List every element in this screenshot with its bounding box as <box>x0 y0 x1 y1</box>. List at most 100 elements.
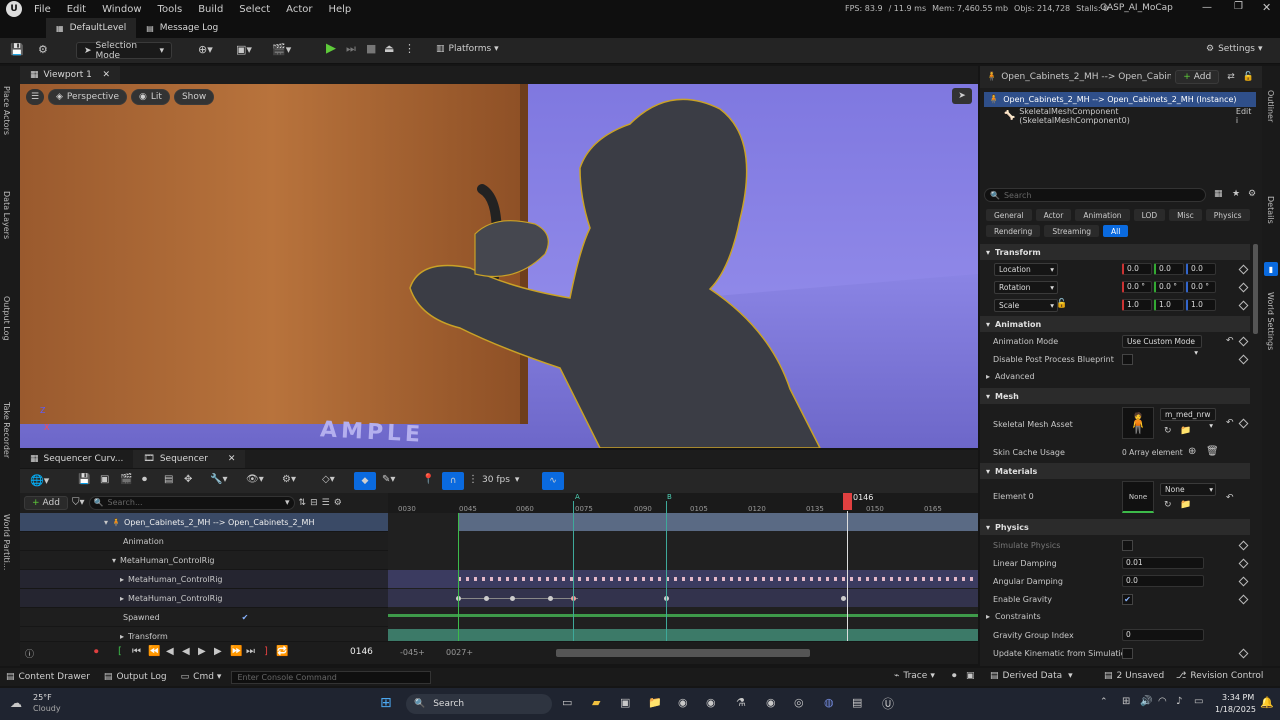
track-row-controlrig[interactable]: ▾ MetaHuman_ControlRig <box>20 551 388 570</box>
data-layers-tab[interactable]: Data Layers <box>2 191 11 239</box>
filter-icon[interactable]: ⛉▾ <box>72 497 85 508</box>
timeline-scrollbar[interactable] <box>556 649 810 657</box>
chevron-up-icon[interactable]: ⌃ <box>1100 697 1108 707</box>
perspective-button[interactable]: ◈ Perspective <box>48 89 128 105</box>
windows-start-icon[interactable]: ⊞ <box>380 695 392 711</box>
menu-window[interactable]: Window <box>102 4 141 15</box>
range-end-icon[interactable]: ] <box>264 646 268 657</box>
mesh-asset-dropdown[interactable]: m_med_nrw ▾ <box>1160 408 1216 430</box>
snap-icon[interactable]: ∩ <box>442 472 464 490</box>
trash-icon[interactable]: 🗑 <box>1206 446 1219 457</box>
track-row-animation[interactable]: Animation <box>20 532 388 551</box>
actor-section-bar[interactable] <box>458 513 978 531</box>
spawned-bar[interactable] <box>388 614 978 617</box>
tab-message-log[interactable]: ▤ Message Log <box>136 18 228 38</box>
reset-icon[interactable]: ↶ <box>1226 336 1234 346</box>
simulate-physics-checkbox[interactable] <box>1122 540 1133 551</box>
steam-icon[interactable]: ◎ <box>794 696 804 709</box>
tab-sequencer[interactable]: 🎞 Sequencer ✕ <box>133 450 246 468</box>
output-log-tab[interactable]: Output Log <box>2 296 11 341</box>
hamburger-icon[interactable]: ☰ <box>26 89 44 105</box>
record-icon[interactable]: ⏺ <box>94 647 99 657</box>
track-search-input[interactable]: 🔍 Search... ▾ <box>88 495 295 510</box>
details-tab[interactable]: Details <box>1266 196 1275 224</box>
menu-tools[interactable]: Tools <box>158 4 183 15</box>
skeletal-mesh-component-row[interactable]: 🦴 SkeletalMeshComponent (SkeletalMeshCom… <box>984 107 1256 125</box>
collapse-icon[interactable]: ⊟ <box>310 498 318 508</box>
film-icon[interactable]: ▤ <box>164 474 173 485</box>
track-row-controlrig-sub1[interactable]: ▸ MetaHuman_ControlRig <box>20 570 388 589</box>
marker-b[interactable]: B <box>667 493 672 501</box>
selection-mode-button[interactable]: ➤ Selection Mode ▾ <box>76 41 172 61</box>
level-viewport[interactable]: AMPLE ☰ ◈ Perspective ◉ Lit Show ➤ Z X <box>20 84 978 448</box>
console-input[interactable]: Enter Console Command <box>231 670 432 684</box>
take-recorder-tab[interactable]: Take Recorder <box>2 402 11 458</box>
details-search-input[interactable]: 🔍 Search <box>984 188 1206 202</box>
info-icon[interactable]: ⓘ <box>25 647 34 660</box>
menu-build[interactable]: Build <box>198 4 223 15</box>
step-icon[interactable]: ⏭ <box>346 42 356 56</box>
taskbar-search[interactable]: 🔍 Search <box>406 694 552 714</box>
filter-rendering[interactable]: Rendering <box>986 225 1041 237</box>
use-selected-icon[interactable]: ↻ <box>1164 500 1172 510</box>
add-key-icon[interactable] <box>1238 300 1249 311</box>
revision-control-button[interactable]: ⎇ Revision Control <box>1176 671 1278 681</box>
blueprint-icon[interactable]: ▣▾ <box>236 43 252 56</box>
view-range-end[interactable]: 0027+ <box>446 648 473 657</box>
chrome-icon[interactable]: ◉ <box>766 696 776 709</box>
show-button[interactable]: Show <box>173 89 215 105</box>
gravity-group-field[interactable]: 0 <box>1122 629 1204 641</box>
gear-icon[interactable]: ⚙ <box>1248 189 1256 199</box>
step-forward-icon[interactable]: ▶ <box>214 646 222 657</box>
filter-lod[interactable]: LOD <box>1133 209 1166 221</box>
advanced-row[interactable]: ▸ Advanced <box>986 372 1035 381</box>
notification-icon[interactable]: 🔔 <box>1260 696 1274 709</box>
scale-z-field[interactable]: 1.0 <box>1186 299 1216 311</box>
weather-cloud-icon[interactable]: ☁ <box>10 696 22 710</box>
scale-x-field[interactable]: 1.0 <box>1122 299 1152 311</box>
add-key-icon[interactable] <box>1238 558 1249 569</box>
prev-key-icon[interactable]: ⏪ <box>148 646 160 657</box>
add-track-button[interactable]: + Add <box>24 495 68 510</box>
location-x-field[interactable]: 0.0 <box>1122 263 1152 275</box>
settings-button[interactable]: ⚙ Settings ▾ <box>1206 44 1263 54</box>
wrench-icon[interactable]: 🔧▾ <box>210 474 227 485</box>
chevron-down-icon[interactable]: ▾ <box>112 556 116 565</box>
outliner-tab[interactable]: Outliner <box>1266 90 1275 122</box>
source-control-icon[interactable]: ⚙ <box>38 43 48 56</box>
transform-tool-icon[interactable]: ✥ <box>184 474 192 485</box>
menu-edit[interactable]: Edit <box>67 4 86 15</box>
record-trace-icon[interactable]: ⏺ <box>952 671 957 681</box>
output-log-button[interactable]: ▤ Output Log <box>104 672 167 682</box>
wifi-icon[interactable]: ◠ <box>1158 696 1167 707</box>
firefox-icon[interactable]: ◉ <box>706 696 716 709</box>
platforms-button[interactable]: ▥ Platforms ▾ <box>436 44 499 54</box>
marker-icon[interactable]: 📍 <box>422 474 434 485</box>
browse-icon[interactable]: 📁 <box>1180 426 1191 436</box>
materials-section-header[interactable]: ▾ Materials <box>980 463 1250 479</box>
chrome-icon[interactable]: ◉ <box>678 696 688 709</box>
discord-icon[interactable]: ◍ <box>824 696 834 709</box>
app-icon[interactable]: ⚗ <box>736 696 746 709</box>
speaker-icon[interactable]: 🔊 <box>1140 696 1152 707</box>
rotation-z-field[interactable]: 0.0 ° <box>1186 281 1216 293</box>
keyframe[interactable] <box>548 596 553 601</box>
list-icon[interactable]: ☰ <box>322 498 330 508</box>
menu-select[interactable]: Select <box>239 4 270 15</box>
unreal-logo-icon[interactable]: U <box>6 1 22 17</box>
table-view-icon[interactable]: ▦ <box>1214 189 1223 199</box>
find-in-browser-icon[interactable]: ▣ <box>100 474 109 485</box>
star-icon[interactable]: ★ <box>1232 189 1240 199</box>
keyframe[interactable] <box>510 596 515 601</box>
add-component-button[interactable]: + Add <box>1175 70 1220 84</box>
location-z-field[interactable]: 0.0 <box>1186 263 1216 275</box>
use-selected-icon[interactable]: ↻ <box>1164 426 1172 436</box>
material-dropdown[interactable]: None ▾ <box>1160 483 1216 496</box>
select-tool-icon[interactable]: ➤ <box>952 88 972 104</box>
cmd-button[interactable]: ▭ Cmd ▾ <box>181 672 222 682</box>
component-instance-row[interactable]: 🧍 Open_Cabinets_2_MH --> Open_Cabinets_2… <box>984 92 1256 107</box>
screenshot-icon[interactable]: ▣ <box>966 671 975 681</box>
transform-section[interactable] <box>388 629 978 641</box>
scale-dropdown[interactable]: Scale ▾ <box>994 299 1058 312</box>
reset-icon[interactable]: ↶ <box>1226 418 1234 428</box>
